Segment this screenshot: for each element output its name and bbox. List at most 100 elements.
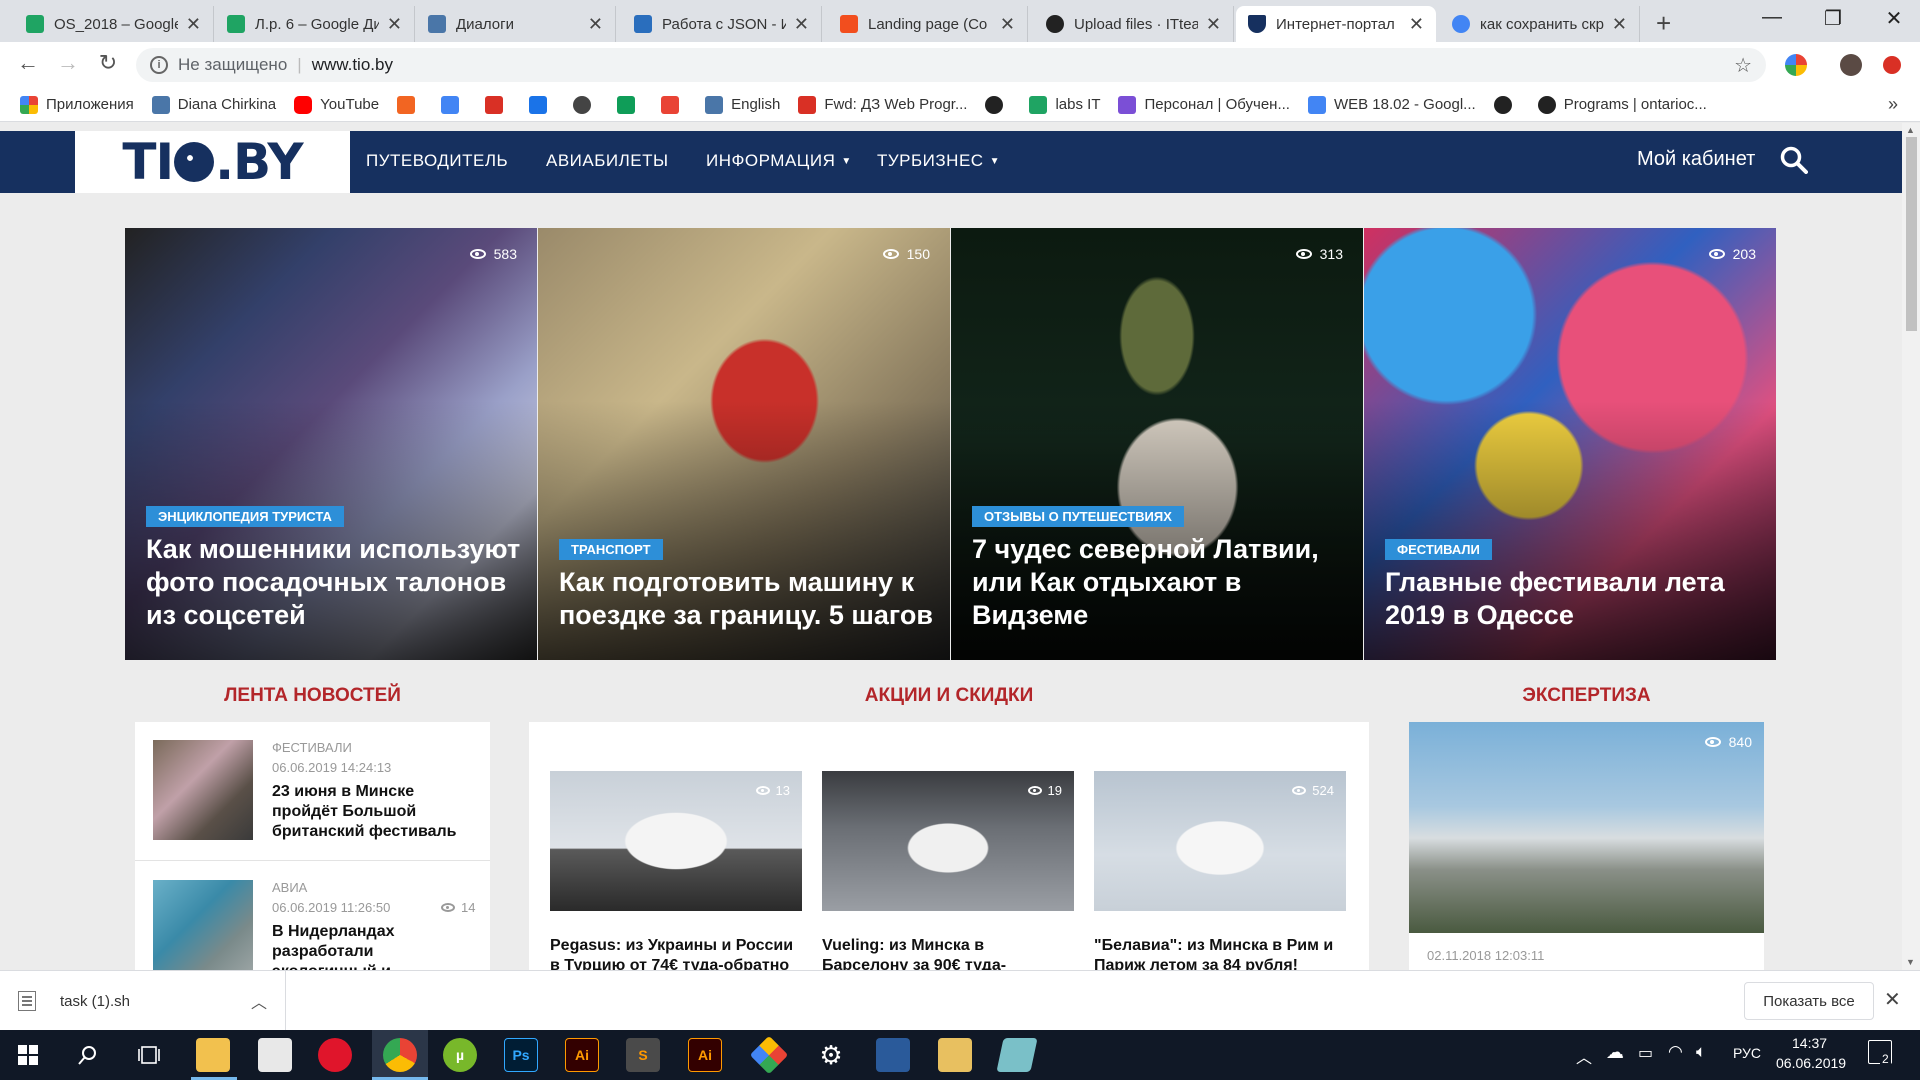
- notepad-icon[interactable]: [938, 1038, 972, 1072]
- news-thumbnail[interactable]: [153, 740, 253, 840]
- app-icon[interactable]: [996, 1038, 1038, 1072]
- promo-image[interactable]: 524: [1094, 771, 1346, 911]
- info-icon[interactable]: i: [150, 56, 168, 74]
- mail-icon[interactable]: [258, 1038, 292, 1072]
- close-tab-icon[interactable]: ✕: [794, 14, 809, 35]
- expertise-image[interactable]: 840: [1409, 722, 1764, 933]
- category-badge[interactable]: ФЕСТИВАЛИ: [1385, 539, 1492, 560]
- nav-guide[interactable]: ПУТЕВОДИТЕЛЬ: [366, 151, 508, 171]
- nav-tourbusiness[interactable]: ТУРБИЗНЕС ▼: [877, 151, 1000, 171]
- promo-title[interactable]: Pegasus: из Украины и России в Турцию от…: [550, 936, 802, 970]
- bookmark-icon-only[interactable]: [985, 95, 1011, 114]
- bookmark-web[interactable]: WEB 18.02 - Googl...: [1307, 95, 1476, 114]
- bookmark-labs[interactable]: labs IT: [1029, 95, 1100, 114]
- promo-image[interactable]: 13: [550, 771, 802, 911]
- hero-title[interactable]: Как мошенники используют фото посадочных…: [146, 533, 521, 632]
- hero-card[interactable]: 150 ТРАНСПОРТ Как подготовить машину к п…: [538, 228, 950, 660]
- maximize-button[interactable]: ❐: [1813, 6, 1853, 31]
- news-title[interactable]: 23 июня в Минске пройдёт Большой британс…: [272, 782, 472, 842]
- search-icon[interactable]: [78, 1045, 98, 1065]
- sublime-text-icon[interactable]: S: [626, 1038, 660, 1072]
- promo-title[interactable]: "Белавиа": из Минска в Рим и Париж летом…: [1094, 936, 1346, 970]
- browser-tab[interactable]: Диалоги ✕: [416, 6, 616, 42]
- close-tab-icon[interactable]: ✕: [1206, 14, 1221, 35]
- bookmark-programs[interactable]: Programs | ontarioc...: [1537, 95, 1707, 114]
- chrome-icon[interactable]: [383, 1038, 417, 1072]
- bookmark-icon-only[interactable]: [397, 95, 423, 114]
- wifi-icon[interactable]: ◠: [1668, 1042, 1683, 1062]
- bookmark-icon-only[interactable]: [529, 95, 555, 114]
- hero-title[interactable]: Как подготовить машину к поездке за гран…: [559, 566, 934, 632]
- bookmark-gmail-fwd[interactable]: Fwd: ДЗ Web Progr...: [798, 95, 967, 114]
- illustrator-icon[interactable]: Ai: [565, 1038, 599, 1072]
- bookmark-personal[interactable]: Персонал | Обучен...: [1118, 95, 1290, 114]
- news-thumbnail[interactable]: [153, 880, 253, 970]
- browser-tab[interactable]: как сохранить скр ✕: [1440, 6, 1640, 42]
- news-title[interactable]: В Нидерландах разработали экологичный и: [272, 922, 472, 970]
- page-scrollbar[interactable]: ▲ ▼: [1902, 123, 1920, 970]
- new-tab-button[interactable]: +: [1656, 8, 1671, 39]
- close-tab-icon[interactable]: ✕: [387, 14, 402, 35]
- close-tab-icon[interactable]: ✕: [1409, 14, 1424, 35]
- category-badge[interactable]: ТРАНСПОРТ: [559, 539, 663, 560]
- illustrator-icon[interactable]: Ai: [688, 1038, 722, 1072]
- battery-icon[interactable]: ▭: [1638, 1043, 1653, 1063]
- download-item[interactable]: task (1).sh ︿: [18, 971, 286, 1031]
- news-category[interactable]: АВИА: [272, 880, 307, 895]
- minimize-button[interactable]: —: [1752, 6, 1792, 29]
- opera-icon[interactable]: [318, 1038, 352, 1072]
- profile-avatar[interactable]: [1840, 54, 1862, 76]
- show-all-downloads-button[interactable]: Показать все: [1744, 982, 1874, 1020]
- virtualbox-icon[interactable]: [876, 1038, 910, 1072]
- extension-icon[interactable]: [1785, 54, 1807, 76]
- news-category[interactable]: ФЕСТИВАЛИ: [272, 740, 352, 755]
- chevron-up-icon[interactable]: ︿: [251, 989, 267, 1013]
- browser-tab[interactable]: OS_2018 – Google ✕: [14, 6, 214, 42]
- hero-title[interactable]: 7 чудес северной Латвии, или Как отдыхаю…: [972, 533, 1347, 632]
- forward-button[interactable]: →: [52, 50, 84, 76]
- clock-date[interactable]: 06.06.2019: [1776, 1055, 1846, 1071]
- category-badge[interactable]: ОТЗЫВЫ О ПУТЕШЕСТВИЯХ: [972, 506, 1184, 527]
- windows-start-icon[interactable]: [18, 1045, 38, 1065]
- hero-card[interactable]: 313 ОТЗЫВЫ О ПУТЕШЕСТВИЯХ 7 чудес северн…: [951, 228, 1363, 660]
- close-tab-icon[interactable]: ✕: [1612, 14, 1627, 35]
- browser-tab[interactable]: Upload files · ITtea ✕: [1034, 6, 1234, 42]
- promo-card[interactable]: 13 Pegasus: из Украины и России в Турцию…: [550, 771, 802, 970]
- scrollbar-thumb[interactable]: [1906, 137, 1917, 331]
- promo-image[interactable]: 19: [822, 771, 1074, 911]
- file-explorer-icon[interactable]: [196, 1038, 230, 1072]
- bookmark-icon-only[interactable]: [1493, 95, 1520, 114]
- hero-title[interactable]: Главные фестивали лета 2019 в Одессе: [1385, 566, 1760, 632]
- search-icon[interactable]: [1780, 146, 1808, 174]
- browser-tab[interactable]: Л.р. 6 – Google Ди ✕: [215, 6, 415, 42]
- back-button[interactable]: ←: [12, 50, 44, 76]
- my-cabinet-link[interactable]: Мой кабинет: [1637, 148, 1755, 171]
- bookmark-icon-only[interactable]: [617, 95, 643, 114]
- browser-tab[interactable]: Работа с JSON - И ✕: [622, 6, 822, 42]
- photoshop-icon[interactable]: Ps: [504, 1038, 538, 1072]
- clock-time[interactable]: 14:37: [1792, 1035, 1827, 1051]
- list-item[interactable]: ФЕСТИВАЛИ 06.06.2019 14:24:13 23 июня в …: [153, 740, 473, 860]
- browser-tab-active[interactable]: Интернет-портал ✕: [1236, 6, 1436, 42]
- utorrent-icon[interactable]: µ: [443, 1038, 477, 1072]
- promo-title[interactable]: Vueling: из Минска в Барселону за 90€ ту…: [822, 936, 1074, 970]
- scroll-down-icon[interactable]: ▼: [1906, 957, 1915, 967]
- nav-info[interactable]: ИНФОРМАЦИЯ ▼: [706, 151, 852, 171]
- bookmark-icon-only[interactable]: [441, 95, 467, 114]
- promo-card[interactable]: 524 "Белавиа": из Минска в Рим и Париж л…: [1094, 771, 1346, 970]
- browser-tab[interactable]: Landing page (Co ✕: [828, 6, 1028, 42]
- nav-flights[interactable]: АВИАБИЛЕТЫ: [546, 151, 669, 171]
- bookmark-vk[interactable]: Diana Chirkina: [151, 95, 276, 114]
- hero-card[interactable]: 203 ФЕСТИВАЛИ Главные фестивали лета 201…: [1364, 228, 1776, 660]
- category-badge[interactable]: ЭНЦИКЛОПЕДИЯ ТУРИСТА: [146, 506, 344, 527]
- close-tab-icon[interactable]: ✕: [588, 14, 603, 35]
- close-tab-icon[interactable]: ✕: [1000, 14, 1015, 35]
- address-input[interactable]: i Не защищено | www.tio.by ☆: [136, 48, 1766, 82]
- tray-chevron-icon[interactable]: ︿: [1576, 1044, 1592, 1068]
- bookmark-icon-only[interactable]: [573, 95, 599, 114]
- bookmark-youtube[interactable]: YouTube: [294, 95, 379, 114]
- close-window-button[interactable]: ✕: [1874, 6, 1914, 31]
- close-tab-icon[interactable]: ✕: [186, 14, 201, 35]
- list-item[interactable]: АВИА 06.06.2019 11:26:50 14 В Нидерланда…: [153, 880, 475, 970]
- bookmark-icon-only[interactable]: [661, 95, 687, 114]
